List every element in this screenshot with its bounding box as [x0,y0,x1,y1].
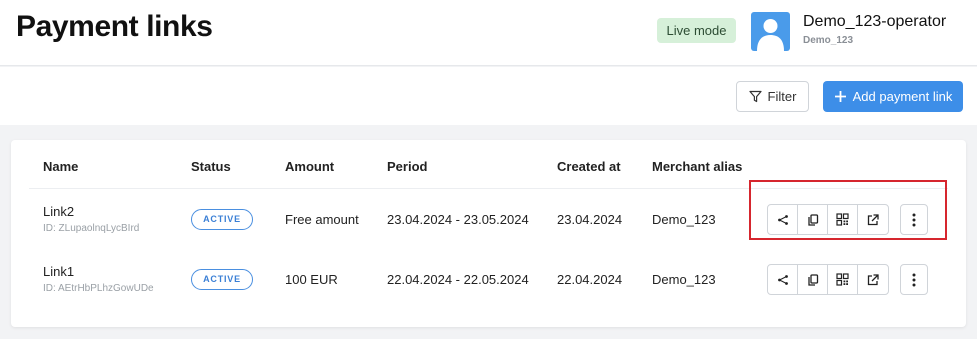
copy-button[interactable] [798,265,828,294]
toolbar: Filter Add payment link [0,67,977,125]
plus-icon [834,91,846,102]
filter-button[interactable]: Filter [736,81,809,112]
user-org: Demo_123 [803,35,854,46]
merchant-alias-cell: Demo_123 [652,212,716,227]
open-link-button[interactable] [858,265,888,294]
more-vertical-icon [912,273,916,286]
status-badge: ACTIVE [191,209,253,230]
actions-highlight-annotation [749,180,947,240]
status-badge: ACTIVE [191,269,253,290]
amount-cell: Free amount [285,212,359,227]
live-mode-badge[interactable]: Live mode [657,18,736,43]
user-icon [757,19,784,51]
user-avatar[interactable] [751,12,790,51]
qr-code-icon [836,273,849,286]
link-name-cell: Link1 ID: AEtrHbPLhzGowUDe [43,264,154,294]
user-name[interactable]: Demo_123-operator [803,13,946,31]
link-name-cell: Link2 ID: ZLupaolnqLycBIrd [43,204,139,234]
period-cell: 23.04.2024 - 23.05.2024 [387,212,529,227]
column-header-name: Name [43,159,79,174]
more-options-button[interactable] [900,264,928,295]
page-header: Payment links Live mode Demo_123-operato… [0,0,977,66]
link-name[interactable]: Link2 [43,204,139,219]
link-id: ID: ZLupaolnqLycBIrd [43,223,140,234]
column-header-created-at: Created at [557,159,621,174]
merchant-alias-cell: Demo_123 [652,272,716,287]
column-header-amount: Amount [285,159,335,174]
add-payment-link-label: Add payment link [852,89,953,104]
column-header-merchant-alias: Merchant alias [652,159,743,174]
filter-icon [748,90,762,103]
filter-button-label: Filter [767,89,797,104]
amount-cell: 100 EUR [285,272,338,287]
link-name[interactable]: Link1 [43,264,154,279]
created-at-cell: 22.04.2024 [557,272,623,287]
qr-code-button[interactable] [828,265,858,294]
table-row[interactable]: Link1 ID: AEtrHbPLhzGowUDe ACTIVE 100 EU… [11,249,966,309]
link-id: ID: AEtrHbPLhzGowUDe [43,283,154,294]
add-payment-link-button[interactable]: Add payment link [823,81,963,112]
period-cell: 22.04.2024 - 22.05.2024 [387,272,529,287]
column-header-period: Period [387,159,428,174]
page-title: Payment links [16,10,213,43]
share-icon [777,274,788,285]
created-at-cell: 23.04.2024 [557,212,623,227]
external-link-icon [867,273,879,285]
column-header-status: Status [191,159,231,174]
row-actions [767,264,889,295]
copy-icon [807,273,818,286]
share-button[interactable] [768,265,798,294]
